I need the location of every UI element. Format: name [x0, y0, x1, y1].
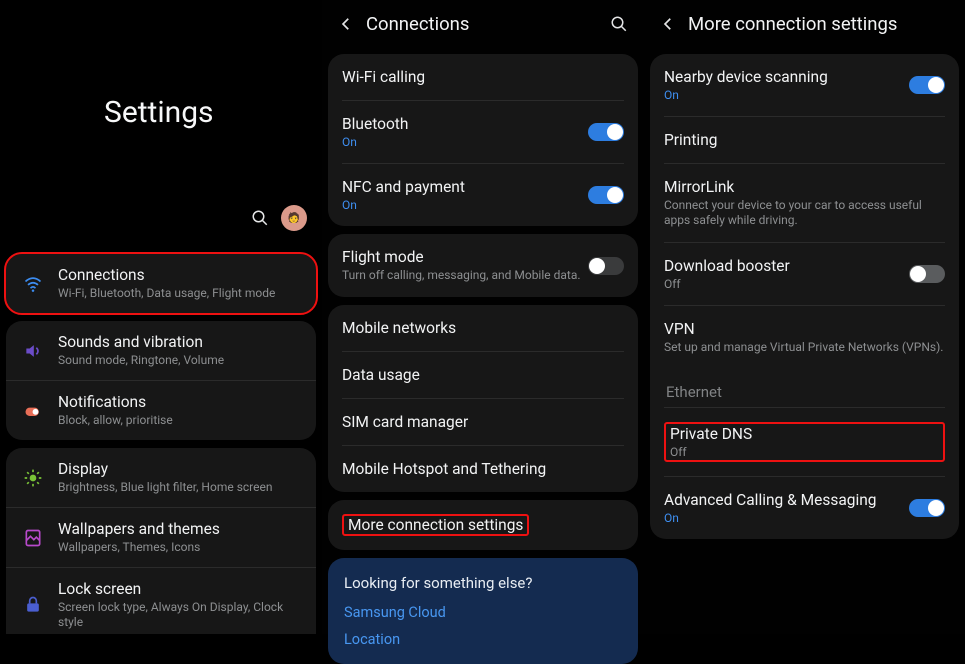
conn-item-mobilenetworks[interactable]: Mobile networks: [328, 305, 638, 351]
item-status: Off: [664, 277, 909, 291]
item-title: NFC and payment: [342, 178, 588, 196]
more-item-privatedns[interactable]: Private DNS Off: [650, 408, 959, 476]
notif-icon: [20, 401, 46, 421]
toggle[interactable]: [588, 186, 624, 204]
item-title: Bluetooth: [342, 115, 588, 133]
item-title: Mobile networks: [342, 319, 624, 337]
settings-item-notifications[interactable]: Notifications Block, allow, prioritise: [6, 381, 316, 440]
toggle[interactable]: [909, 499, 945, 517]
item-title: Nearby device scanning: [664, 68, 909, 86]
item-title: Display: [58, 460, 306, 478]
search-icon[interactable]: [610, 15, 630, 33]
item-sub: Wi-Fi, Bluetooth, Data usage, Flight mod…: [58, 286, 306, 301]
back-icon[interactable]: [332, 15, 360, 33]
item-title: Printing: [664, 131, 945, 149]
conn-item-bluetooth[interactable]: Bluetooth On: [328, 101, 638, 163]
settings-item-display[interactable]: Display Brightness, Blue light filter, H…: [6, 448, 316, 508]
item-title: SIM card manager: [342, 413, 624, 431]
settings-item-connections[interactable]: Connections Wi-Fi, Bluetooth, Data usage…: [6, 254, 316, 313]
item-sub: Brightness, Blue light filter, Home scre…: [58, 480, 306, 495]
toggle[interactable]: [588, 257, 624, 275]
item-title: Sounds and vibration: [58, 333, 306, 351]
item-title: Private DNS: [670, 425, 939, 443]
display-icon: [20, 468, 46, 488]
item-sub: Turn off calling, messaging, and Mobile …: [342, 268, 588, 283]
more-item-advancedcalling[interactable]: Advanced Calling & Messaging On: [650, 477, 959, 539]
conn-item-wificalling[interactable]: Wi-Fi calling: [328, 54, 638, 100]
item-sub: Set up and manage Virtual Private Networ…: [664, 340, 945, 355]
section-ethernet: Ethernet: [650, 369, 959, 407]
more-item-mirrorlink[interactable]: MirrorLink Connect your device to your c…: [650, 164, 959, 242]
item-status: On: [664, 511, 909, 525]
item-title: Data usage: [342, 366, 624, 384]
item-title: Mobile Hotspot and Tethering: [342, 460, 624, 478]
item-status: On: [342, 198, 588, 212]
item-sub: Wallpapers, Themes, Icons: [58, 540, 306, 555]
item-title: More connection settings: [342, 514, 529, 536]
item-status: Off: [670, 445, 939, 459]
conn-item-more[interactable]: More connection settings: [328, 500, 638, 550]
item-title: MirrorLink: [664, 178, 945, 196]
item-status: On: [342, 135, 588, 149]
item-title: Flight mode: [342, 248, 588, 266]
look-title: Looking for something else?: [344, 574, 622, 592]
toggle[interactable]: [909, 76, 945, 94]
item-sub: Screen lock type, Always On Display, Clo…: [58, 600, 306, 630]
conn-item-datausage[interactable]: Data usage: [328, 352, 638, 398]
sound-icon: [20, 341, 46, 361]
more-item-printing[interactable]: Printing: [650, 117, 959, 163]
item-title: Connections: [58, 266, 306, 284]
search-icon[interactable]: [251, 209, 269, 227]
looking-for-card: Looking for something else? Samsung Clou…: [328, 558, 638, 664]
item-sub: Block, allow, prioritise: [58, 413, 306, 428]
item-title: VPN: [664, 320, 945, 338]
item-title: Lock screen: [58, 580, 306, 598]
item-title: Wi-Fi calling: [342, 68, 624, 86]
wallpaper-icon: [20, 528, 46, 548]
more-item-nearby[interactable]: Nearby device scanning On: [650, 54, 959, 116]
header-title: Connections: [360, 13, 610, 35]
settings-item-lockscreen[interactable]: Lock screen Screen lock type, Always On …: [6, 568, 316, 634]
wifi-icon: [20, 274, 46, 294]
page-title: Settings: [0, 0, 322, 130]
toggle[interactable]: [588, 123, 624, 141]
avatar[interactable]: 🧑: [281, 205, 307, 231]
item-status: On: [664, 88, 909, 102]
header-title: More connection settings: [682, 13, 951, 35]
conn-item-flightmode[interactable]: Flight mode Turn off calling, messaging,…: [328, 234, 638, 297]
look-link[interactable]: Samsung Cloud: [344, 604, 622, 621]
lock-icon: [20, 595, 46, 615]
conn-item-sim[interactable]: SIM card manager: [328, 399, 638, 445]
more-item-vpn[interactable]: VPN Set up and manage Virtual Private Ne…: [650, 306, 959, 369]
conn-item-nfc[interactable]: NFC and payment On: [328, 164, 638, 226]
item-sub: Sound mode, Ringtone, Volume: [58, 353, 306, 368]
item-title: Notifications: [58, 393, 306, 411]
item-title: Wallpapers and themes: [58, 520, 306, 538]
item-title: Download booster: [664, 257, 909, 275]
back-icon[interactable]: [654, 15, 682, 33]
more-item-download[interactable]: Download booster Off: [650, 243, 959, 305]
item-title: Advanced Calling & Messaging: [664, 491, 909, 509]
item-sub: Connect your device to your car to acces…: [664, 198, 945, 228]
settings-item-wallpapers[interactable]: Wallpapers and themes Wallpapers, Themes…: [6, 508, 316, 568]
conn-item-hotspot[interactable]: Mobile Hotspot and Tethering: [328, 446, 638, 492]
settings-item-sounds[interactable]: Sounds and vibration Sound mode, Rington…: [6, 321, 316, 381]
toggle[interactable]: [909, 265, 945, 283]
